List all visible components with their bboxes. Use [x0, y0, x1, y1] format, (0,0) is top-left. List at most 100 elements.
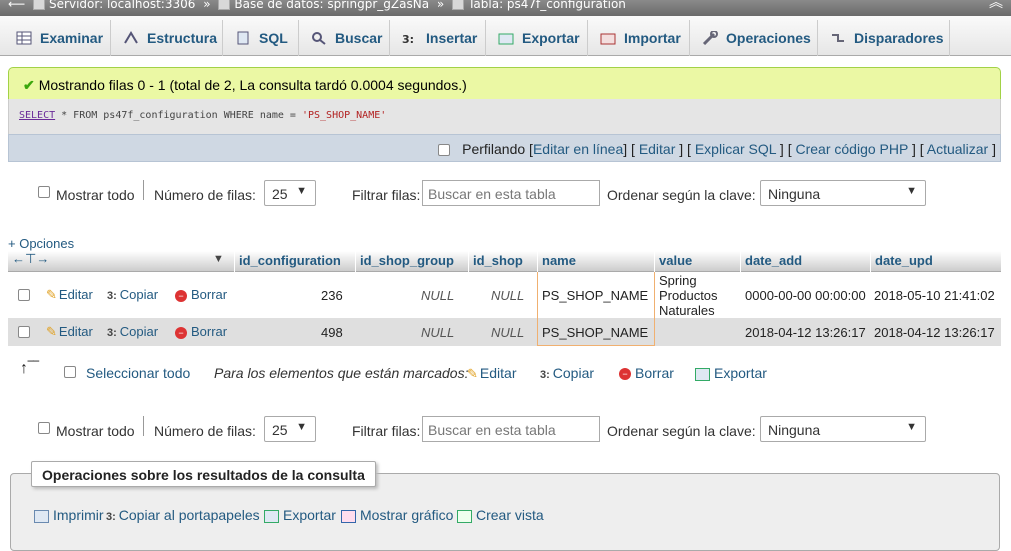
tab-disparadores[interactable]: Disparadores [818, 20, 950, 56]
show-chart-link[interactable]: Mostrar gráfico [341, 507, 453, 523]
rows-select[interactable]: 25 ▼ [264, 416, 316, 442]
edit-link[interactable]: Editar [639, 141, 676, 157]
bulk-delete-button[interactable]: − Borrar [619, 365, 674, 381]
breadcrumb-server[interactable]: Servidor: localhost:3306 [49, 0, 195, 11]
cell-name[interactable]: PS_SHOP_NAME [542, 325, 648, 340]
cell-id-configuration[interactable]: 236 [321, 288, 343, 303]
row-delete-link[interactable]: − Borrar [175, 324, 227, 339]
row-checkbox[interactable] [18, 326, 30, 338]
cell-id-shop-group[interactable]: NULL [421, 288, 454, 303]
row-edit-link[interactable]: ✎ Editar [46, 324, 93, 340]
divider [234, 251, 235, 272]
cell-name[interactable]: PS_SHOP_NAME [542, 288, 648, 303]
rows-select[interactable]: 25 ▼ [264, 180, 316, 206]
row-edit-link[interactable]: ✎ Editar [46, 287, 93, 303]
bulk-copy-label: Copiar [552, 365, 595, 381]
bulk-copy-button[interactable]: 3: Copiar [540, 365, 594, 381]
table-icon [452, 0, 465, 10]
navigation-bottom: Mostrar todo Número de filas: 25 ▼ Filtra… [36, 416, 936, 446]
arrow-ltr-icon: ↑‾‾ [20, 360, 39, 377]
value-line: Productos [659, 288, 718, 303]
tab-importar[interactable]: Importar [588, 20, 690, 56]
divider [355, 251, 356, 272]
filter-input[interactable]: Buscar en esta tabla [422, 416, 600, 442]
divider [143, 416, 144, 436]
success-message: ✔ Mostrando filas 0 - 1 (total de 2, La c… [8, 67, 1001, 99]
tab-label: Buscar [335, 30, 383, 46]
options-link[interactable]: + Opciones [8, 236, 74, 251]
column-resize-arrows-icon[interactable]: ←⊤→ [12, 251, 49, 267]
divider [870, 251, 871, 272]
divider [468, 251, 469, 272]
sort-label: Ordenar según la clave: [607, 187, 756, 203]
tab-exportar[interactable]: Exportar [486, 20, 588, 56]
row-delete-link[interactable]: − Borrar [175, 287, 227, 302]
cell-date-add[interactable]: 0000-00-00 00:00:00 [745, 288, 866, 303]
select-all-label[interactable]: Seleccionar todo [86, 365, 190, 381]
copy-clipboard-link[interactable]: 3: Copiar al portapapeles [106, 507, 260, 523]
back-arrow-icon[interactable]: ⟵ [8, 0, 25, 11]
refresh-link[interactable]: Actualizar [927, 141, 988, 157]
search-icon [311, 31, 327, 45]
sort-select[interactable]: Ninguna ▼ [760, 180, 926, 206]
show-all-checkbox[interactable] [38, 422, 50, 434]
cell-value[interactable]: Spring Productos Naturales [659, 273, 718, 318]
cell-date-add[interactable]: 2018-04-12 13:26:17 [745, 325, 866, 340]
success-text: Mostrando filas 0 - 1 (total de 2, La co… [38, 77, 467, 93]
create-view-link[interactable]: Crear vista [457, 507, 544, 523]
cell-date-upd[interactable]: 2018-05-10 21:41:02 [874, 288, 995, 303]
bulk-delete-label: Borrar [635, 365, 674, 381]
tab-insertar[interactable]: 3: Insertar [390, 20, 486, 56]
divider [537, 251, 538, 272]
show-chart-label: Mostrar gráfico [360, 507, 454, 523]
edit-inline-link[interactable]: Editar en línea [533, 141, 623, 157]
cell-id-shop[interactable]: NULL [491, 288, 524, 303]
tab-sql[interactable]: SQL [223, 20, 299, 56]
value-line: Naturales [659, 303, 715, 318]
divider [740, 251, 741, 272]
collapse-icon[interactable]: ︽ [989, 0, 1003, 10]
breadcrumb-table[interactable]: Tabla: ps47f_configuration [468, 0, 626, 11]
tab-operaciones[interactable]: Operaciones [690, 20, 818, 56]
explain-sql-link[interactable]: Explicar SQL [695, 141, 776, 157]
sort-select[interactable]: Ninguna ▼ [760, 416, 926, 442]
row-copy-link[interactable]: 3: Copiar [107, 324, 158, 339]
show-all-checkbox[interactable] [38, 186, 50, 198]
tab-label: Importar [624, 30, 681, 46]
sort-dropdown-icon[interactable]: ▼ [213, 253, 224, 265]
profiling-label: Perfilando [462, 141, 526, 157]
export-link[interactable]: Exportar [264, 507, 336, 523]
column-header-id-configuration[interactable]: id_configuration [239, 253, 341, 268]
row-checkbox[interactable] [18, 289, 30, 301]
insert-icon: 3: [402, 31, 418, 46]
column-header-date-upd[interactable]: date_upd [875, 253, 933, 268]
tab-buscar[interactable]: Buscar [299, 20, 390, 56]
tab-estructura[interactable]: Estructura [111, 20, 223, 56]
database-icon [218, 0, 231, 10]
sql-query: SELECT * FROM ps47f_configuration WHERE … [8, 99, 1001, 134]
tab-examinar[interactable]: Examinar [4, 20, 111, 56]
cell-date-upd[interactable]: 2018-04-12 13:26:17 [874, 325, 995, 340]
create-php-link[interactable]: Crear código PHP [795, 141, 908, 157]
bulk-edit-button[interactable]: ✎ Editar [467, 365, 516, 382]
copy-icon: 3: [107, 327, 117, 339]
profiling-checkbox[interactable] [438, 144, 451, 157]
column-header-value[interactable]: value [659, 253, 692, 268]
breadcrumb-database[interactable]: Base de datos: springpr_gZasNa [234, 0, 429, 11]
column-header-id-shop-group[interactable]: id_shop_group [360, 253, 454, 268]
select-all-checkbox[interactable] [64, 366, 76, 378]
cell-id-configuration[interactable]: 498 [321, 325, 343, 340]
row-copy-link[interactable]: 3: Copiar [107, 287, 158, 302]
print-link[interactable]: Imprimir [34, 507, 104, 523]
filter-input[interactable]: Buscar en esta tabla [422, 180, 600, 206]
breadcrumb: ⟵ Servidor: localhost:3306 » Base de dat… [0, 0, 1011, 16]
bulk-export-button[interactable]: Exportar [695, 365, 767, 381]
column-header-name[interactable]: name [542, 253, 576, 268]
column-header-id-shop[interactable]: id_shop [473, 253, 523, 268]
cell-id-shop-group[interactable]: NULL [421, 325, 454, 340]
copy-clipboard-label: Copiar al portapapeles [118, 507, 260, 523]
cell-id-shop[interactable]: NULL [491, 325, 524, 340]
column-header-date-add[interactable]: date_add [745, 253, 802, 268]
sql-keyword-link[interactable]: SELECT [19, 110, 55, 121]
copy-icon: 3: [107, 290, 117, 302]
